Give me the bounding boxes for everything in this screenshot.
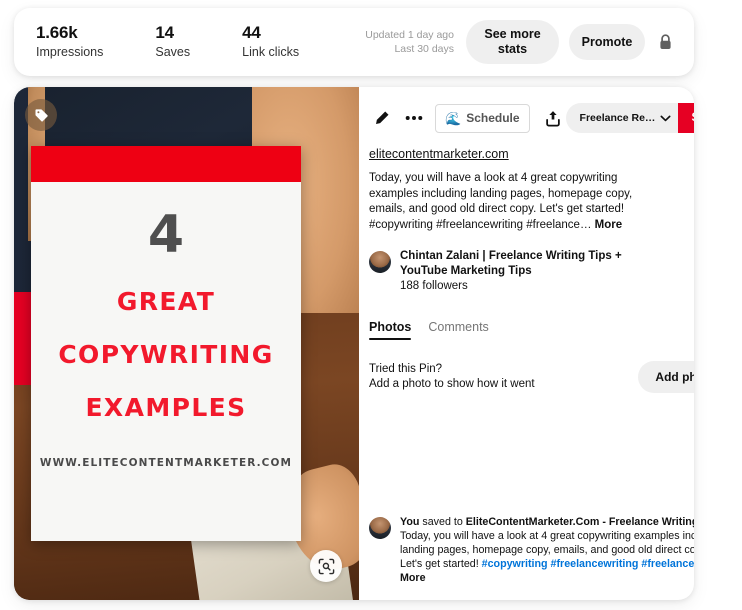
- pin-destination-link[interactable]: elitecontentmarketer.com: [369, 147, 509, 161]
- visual-search-icon[interactable]: [310, 550, 342, 582]
- stat-value: 44: [242, 23, 261, 42]
- pencil-icon[interactable]: [369, 105, 395, 131]
- avatar: [369, 251, 391, 273]
- creator-info: Chintan Zalani | Freelance Writing Tips …: [400, 249, 630, 294]
- pin-description: Today, you will have a look at 4 great c…: [369, 171, 659, 233]
- tried-subtitle: Add a photo to show how it went: [369, 378, 535, 390]
- activity-hashtags[interactable]: #copywriting #freelancewriting #freelanc…: [482, 558, 694, 570]
- poster-red-bar: [31, 146, 301, 182]
- ellipsis-icon[interactable]: [401, 105, 427, 131]
- poster-heading-line2: COPYWRITING: [58, 340, 274, 369]
- promote-button[interactable]: Promote: [569, 24, 645, 60]
- stat-label: Link clicks: [242, 45, 300, 59]
- tried-title: Tried this Pin?: [369, 362, 443, 375]
- stat-saves: 14 Saves: [155, 23, 190, 61]
- stat-label: Saves: [155, 45, 191, 59]
- poster-heading-line1: GREAT: [116, 287, 216, 316]
- activity-saved-to: saved to: [419, 516, 466, 528]
- updated-timestamp: Updated 1 day ago: [365, 29, 454, 41]
- board-selector[interactable]: Freelance Resour...: [565, 103, 678, 133]
- pin-activity: You saved to EliteContentMarketer.Com - …: [369, 515, 694, 585]
- activity-text: You saved to EliteContentMarketer.Com - …: [400, 515, 694, 585]
- pin-action-row: 🌊 Schedule Freelance Resour...: [369, 103, 694, 133]
- pin-poster-overlay: 4 GREAT COPYWRITING EXAMPLES WWW.ELITECO…: [31, 146, 301, 541]
- add-photo-button[interactable]: Add photo: [638, 361, 694, 393]
- lock-icon: [659, 34, 672, 50]
- schedule-label: Schedule: [466, 111, 520, 125]
- board-name: Freelance Resour...: [579, 112, 656, 124]
- tab-photos[interactable]: Photos: [369, 320, 412, 340]
- pin-creator[interactable]: Chintan Zalani | Freelance Writing Tips …: [369, 249, 694, 294]
- poster-url: WWW.ELITECONTENTMARKETER.COM: [39, 457, 293, 469]
- see-more-stats-button[interactable]: See more stats: [466, 20, 559, 64]
- stat-value: 14: [155, 23, 174, 42]
- chevron-down-icon: [660, 115, 671, 122]
- stats-actions: Updated 1 day ago Last 30 days See more …: [365, 20, 672, 64]
- creator-name: Chintan Zalani | Freelance Writing Tips …: [400, 250, 622, 277]
- stat-label: Impressions: [36, 45, 104, 59]
- tried-text-block: Tried this Pin? Add a photo to show how …: [369, 362, 535, 393]
- stat-value: 1.66k: [36, 23, 78, 42]
- activity-you: You: [400, 516, 420, 528]
- pin-description-text: Today, you will have a look at 4 great c…: [369, 172, 633, 231]
- schedule-button[interactable]: 🌊 Schedule: [435, 103, 530, 133]
- pin-image[interactable]: 4 GREAT COPYWRITING EXAMPLES WWW.ELITECO…: [14, 87, 359, 600]
- pin-detail-panel: 🌊 Schedule Freelance Resour...: [359, 87, 694, 600]
- save-button[interactable]: Save: [677, 103, 694, 133]
- stats-updated-info: Updated 1 day ago Last 30 days: [365, 28, 454, 56]
- pin-tabs: Photos Comments: [369, 320, 694, 340]
- creator-followers: 188 followers: [400, 280, 468, 292]
- tried-this-pin-section: Tried this Pin? Add a photo to show how …: [369, 361, 694, 393]
- board-save-group: Freelance Resour... Save: [565, 103, 694, 133]
- description-more-link[interactable]: More: [595, 219, 622, 231]
- share-icon[interactable]: [540, 105, 566, 131]
- poster-number: 4: [147, 205, 185, 265]
- avatar: [369, 517, 391, 539]
- updated-range: Last 30 days: [394, 43, 454, 55]
- tab-comments[interactable]: Comments: [428, 320, 488, 340]
- pin-detail-card: 4 GREAT COPYWRITING EXAMPLES WWW.ELITECO…: [14, 87, 694, 600]
- activity-more-link[interactable]: More: [400, 572, 426, 584]
- tag-icon[interactable]: [25, 99, 57, 131]
- stat-link-clicks: 44 Link clicks: [242, 23, 299, 61]
- wave-icon: 🌊: [445, 110, 462, 126]
- stat-impressions: 1.66k Impressions: [36, 23, 103, 61]
- poster-heading-line3: EXAMPLES: [85, 393, 247, 422]
- pin-stats-bar: 1.66k Impressions 14 Saves 44 Link click…: [14, 8, 694, 76]
- activity-board-name[interactable]: EliteContentMarketer.Com - Freelance Wri…: [466, 516, 694, 528]
